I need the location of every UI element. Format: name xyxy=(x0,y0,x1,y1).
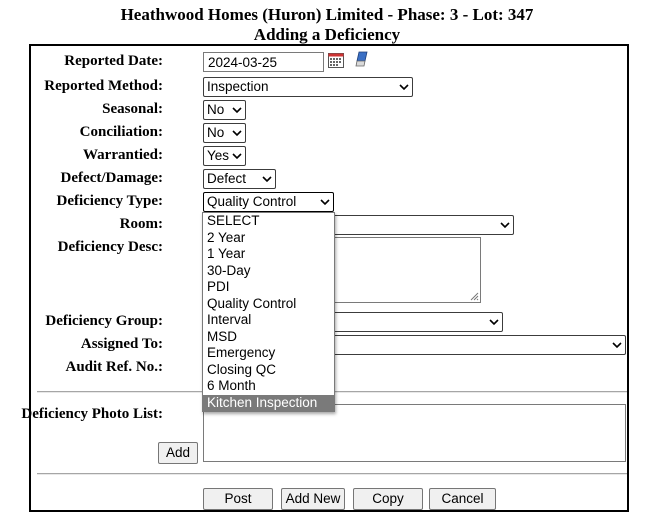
resize-handle-icon[interactable] xyxy=(470,292,479,301)
warrantied-label: Warrantied: xyxy=(83,147,163,163)
add-new-button[interactable]: Add New xyxy=(281,488,345,510)
dropdown-option[interactable]: Closing QC xyxy=(203,362,334,379)
dropdown-option[interactable]: 6 Month xyxy=(203,378,334,395)
dropdown-option[interactable]: SELECT xyxy=(203,213,334,230)
audit-ref-label: Audit Ref. No.: xyxy=(65,359,164,375)
dropdown-option[interactable]: PDI xyxy=(203,279,334,296)
conciliation-select[interactable]: No xyxy=(203,123,246,143)
photo-list-box[interactable] xyxy=(203,404,626,462)
deficiency-type-dropdown[interactable]: SELECT 2 Year 1 Year 30-Day PDI Quality … xyxy=(202,212,335,412)
dropdown-option[interactable]: Emergency xyxy=(203,345,334,362)
deficiency-type-value: Quality Control xyxy=(207,194,297,209)
conciliation-value: No xyxy=(207,125,225,140)
dropdown-option[interactable]: 2 Year xyxy=(203,230,334,247)
seasonal-select[interactable]: No xyxy=(203,100,246,120)
defect-damage-label: Defect/Damage: xyxy=(60,170,163,186)
chevron-down-icon xyxy=(320,199,330,206)
reported-method-value: Inspection xyxy=(207,79,269,94)
divider xyxy=(37,473,627,475)
photo-list-label: Deficiency Photo List: xyxy=(21,406,163,422)
reported-date-input[interactable]: 2024-03-25 xyxy=(203,52,324,72)
warrantied-value: Yes xyxy=(207,148,230,163)
chevron-down-icon xyxy=(232,130,242,137)
dropdown-option[interactable]: 30-Day xyxy=(203,263,334,280)
chevron-down-icon xyxy=(232,107,242,114)
seasonal-value: No xyxy=(207,102,225,117)
reported-method-select[interactable]: Inspection xyxy=(203,77,413,97)
dropdown-option[interactable]: Interval xyxy=(203,312,334,329)
chevron-down-icon xyxy=(399,84,409,91)
room-label: Room: xyxy=(119,216,163,232)
deficiency-group-label: Deficiency Group: xyxy=(45,313,163,329)
reported-method-label: Reported Method: xyxy=(44,78,163,94)
conciliation-label: Conciliation: xyxy=(79,124,163,140)
page-title: Heathwood Homes (Huron) Limited - Phase:… xyxy=(120,5,534,24)
defect-damage-select[interactable]: Defect xyxy=(203,169,276,189)
warrantied-select[interactable]: Yes xyxy=(203,146,246,166)
seasonal-label: Seasonal: xyxy=(102,101,163,117)
deficiency-type-select[interactable]: Quality Control xyxy=(203,192,334,212)
chevron-down-icon xyxy=(612,342,622,349)
dropdown-option[interactable]: MSD xyxy=(203,329,334,346)
defect-damage-value: Defect xyxy=(207,171,247,186)
chevron-down-icon xyxy=(489,319,499,326)
post-button[interactable]: Post xyxy=(203,488,273,510)
dropdown-option[interactable]: Quality Control xyxy=(203,296,334,313)
chevron-down-icon xyxy=(500,222,510,229)
deficiency-type-label: Deficiency Type: xyxy=(56,193,163,209)
dropdown-option-highlighted[interactable]: Kitchen Inspection xyxy=(203,394,334,411)
deficiency-desc-label: Deficiency Desc: xyxy=(57,239,163,255)
add-photo-button[interactable]: Add xyxy=(158,442,198,464)
page-subtitle: Adding a Deficiency xyxy=(253,25,401,44)
chevron-down-icon xyxy=(232,153,242,160)
calendar-icon[interactable] xyxy=(328,53,344,72)
reported-date-label: Reported Date: xyxy=(64,53,163,69)
dropdown-option[interactable]: 1 Year xyxy=(203,246,334,263)
eraser-icon[interactable] xyxy=(355,51,369,71)
assigned-to-label: Assigned To: xyxy=(80,336,163,352)
chevron-down-icon xyxy=(262,176,272,183)
cancel-button[interactable]: Cancel xyxy=(429,488,496,510)
copy-button[interactable]: Copy xyxy=(353,488,423,510)
